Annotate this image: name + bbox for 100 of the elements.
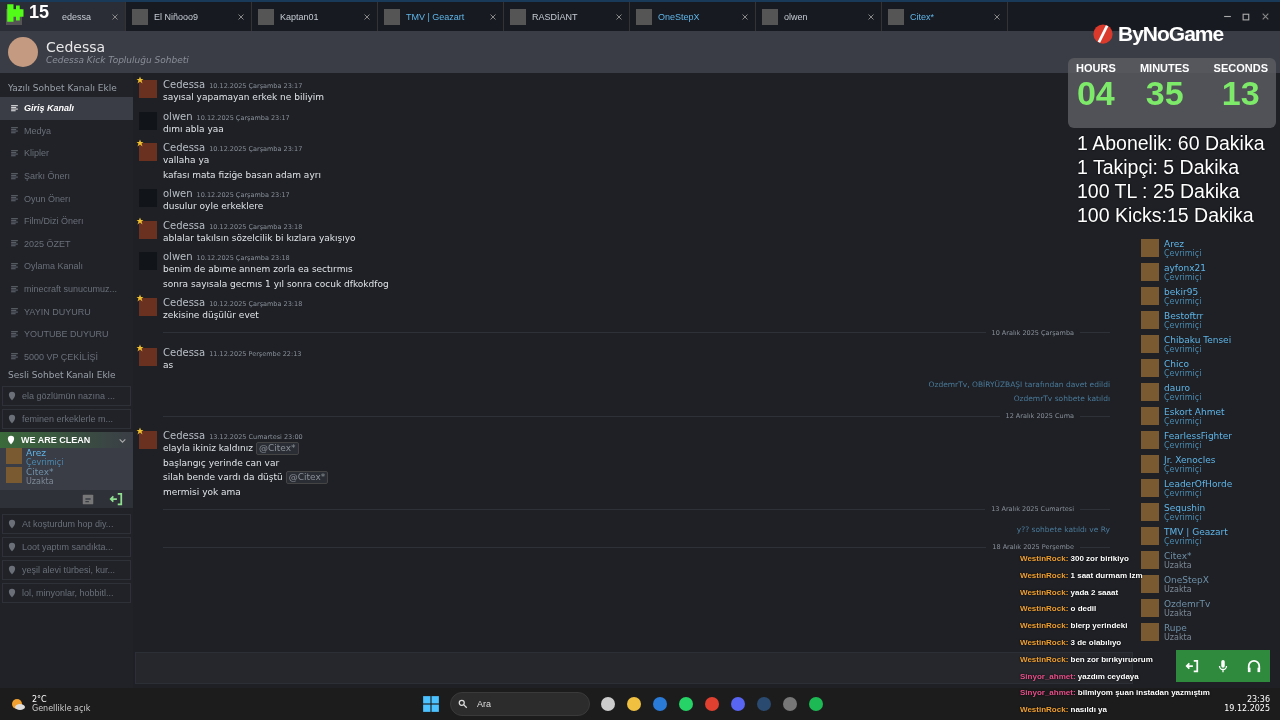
timer-value: 04 [1076,74,1115,112]
member-name[interactable]: Bestoftrr [1164,310,1204,321]
restore-icon[interactable] [1242,12,1251,21]
mic-pin-icon [7,542,17,553]
rate-text: 100 Kicks:15 Dakika [1077,203,1255,227]
member-name[interactable]: Chico [1164,358,1202,369]
close-icon[interactable] [1261,12,1270,21]
channel-icon [10,239,19,249]
weather-icon[interactable] [10,696,26,712]
member-name[interactable]: FearlessFighter [1164,430,1233,441]
stream-chat-message: WestinRock: ben zor bırıkyıruorum [1020,653,1153,666]
section-heading[interactable]: Sesli Sohbet Kanalı Ekle [0,368,133,385]
mic-pin-icon [7,519,17,530]
close-icon[interactable] [237,12,245,21]
message-text: mermisi yok ama [163,485,242,499]
avatar-block [384,8,400,25]
member-name[interactable]: Chibaku Tensei [1164,334,1232,345]
timer-unit: MINUTES [1139,62,1190,74]
message-text: silah bende vardı da düştü [163,472,283,482]
member-name[interactable]: OzdemrTv [1164,598,1211,609]
close-icon[interactable] [993,12,1001,21]
mention-tag[interactable]: @Citex* [285,471,329,484]
message-text: sayısal yapamayan erkek ne biliyim [163,91,324,104]
timer-unit: SECONDS [1213,62,1268,74]
avatar-block [1141,407,1159,425]
member-name[interactable]: ayfonx21 [1164,262,1206,273]
member-name[interactable]: OneStepX [1164,574,1209,585]
member-name[interactable]: Arez [1164,238,1202,249]
close-icon[interactable] [111,12,119,21]
headphones-icon[interactable] [1247,659,1262,673]
close-icon[interactable] [489,12,497,21]
avatar-circle [8,37,38,67]
author-name[interactable]: olwen [163,188,193,199]
avatar-block [1141,575,1159,593]
channel-icon [10,261,19,271]
author-name[interactable]: olwen [163,251,193,262]
close-icon[interactable] [363,12,371,21]
channel-icon [10,307,19,317]
message-text: ablalar takılsın sözelcilik bi kızlara yakışıyo [163,231,356,245]
message-text: as [163,358,175,372]
text-channel[interactable]: Giriş Kanalı [0,97,133,120]
member-name[interactable]: Eskort Ahmet [1164,406,1225,417]
channel-icon [10,216,19,226]
member-name[interactable]: TMV | Geazart [1164,526,1228,537]
author-name[interactable]: Cedessa [163,219,206,231]
author-name[interactable]: Cedessa [163,346,206,358]
member-name[interactable]: bekir95 [1164,286,1202,297]
member-status: Uzakta [1164,584,1192,594]
avatar-block [762,8,778,25]
channel-icon [10,171,19,181]
message-text: başlangıç yerinde can var [163,456,281,470]
section-heading[interactable]: Yazılı Sohbet Kanalı Ekle [0,81,133,97]
star-icon [136,427,144,435]
windows-start-icon[interactable] [422,695,440,713]
member-name[interactable]: Sequshin [1164,502,1206,513]
close-icon[interactable] [615,12,623,21]
author-name[interactable]: olwen [163,110,193,122]
avatar-block [1141,599,1159,617]
leave-icon[interactable] [109,492,123,507]
calendar-icon[interactable] [81,492,95,507]
timer-value: 13 [1221,74,1260,112]
group-subtitle: Cedessa Kick Topluluğu Sohbeti [46,55,189,65]
mention-tag[interactable]: @Citex* [256,442,299,455]
mic-pin-icon [7,414,17,425]
member-status: Çevrimiçi [1164,536,1203,546]
stream-chat-message: WestinRock: blerp yerindeki [1020,620,1128,633]
avatar-block [1141,263,1159,281]
avatar-block [139,347,157,366]
member-name[interactable]: dauro [1164,382,1202,393]
avatar-block [1141,359,1159,377]
message-text: benim de abıme annem zorla ea sectırmıs [163,263,354,276]
star-icon [136,294,144,302]
member-status: Çevrimiçi [1164,248,1202,258]
timer-unit: HOURS [1076,62,1116,74]
member-name[interactable]: LeaderOfHorde [1164,478,1233,489]
member-name[interactable]: Arez [26,448,64,459]
author-name[interactable]: Cedessa [163,297,206,308]
taskbar-search[interactable]: Ara [450,692,590,716]
member-name[interactable]: Rupe [1164,622,1192,633]
rate-text: 1 Takipçi: 5 Dakika [1077,155,1241,179]
avatar-block [1141,431,1159,449]
author-name[interactable]: Cedessa [163,79,206,90]
close-icon[interactable] [741,12,749,21]
member-status: Uzakta [26,477,54,487]
member-status: Uzakta [1164,608,1193,618]
member-status: Çevrimiçi [1164,368,1202,378]
close-icon[interactable] [867,12,875,21]
member-name[interactable]: Citex* [1164,550,1192,561]
member-status: Çevrimiçi [1164,488,1203,498]
avatar-block [1141,455,1159,473]
member-status: Uzakta [1164,632,1192,642]
author-name[interactable]: Cedessa [163,430,206,441]
member-status: Çevrimiçi [1164,512,1202,522]
avatar-block [258,8,274,25]
channel-icon [10,352,19,362]
member-name[interactable]: Jr. Xenocles [1164,454,1216,465]
microphone-icon[interactable] [1216,659,1230,673]
member-status: Çevrimiçi [1164,416,1203,426]
message-text: dusulur oyle erkeklere [163,200,265,213]
author-name[interactable]: Cedessa [163,142,206,153]
